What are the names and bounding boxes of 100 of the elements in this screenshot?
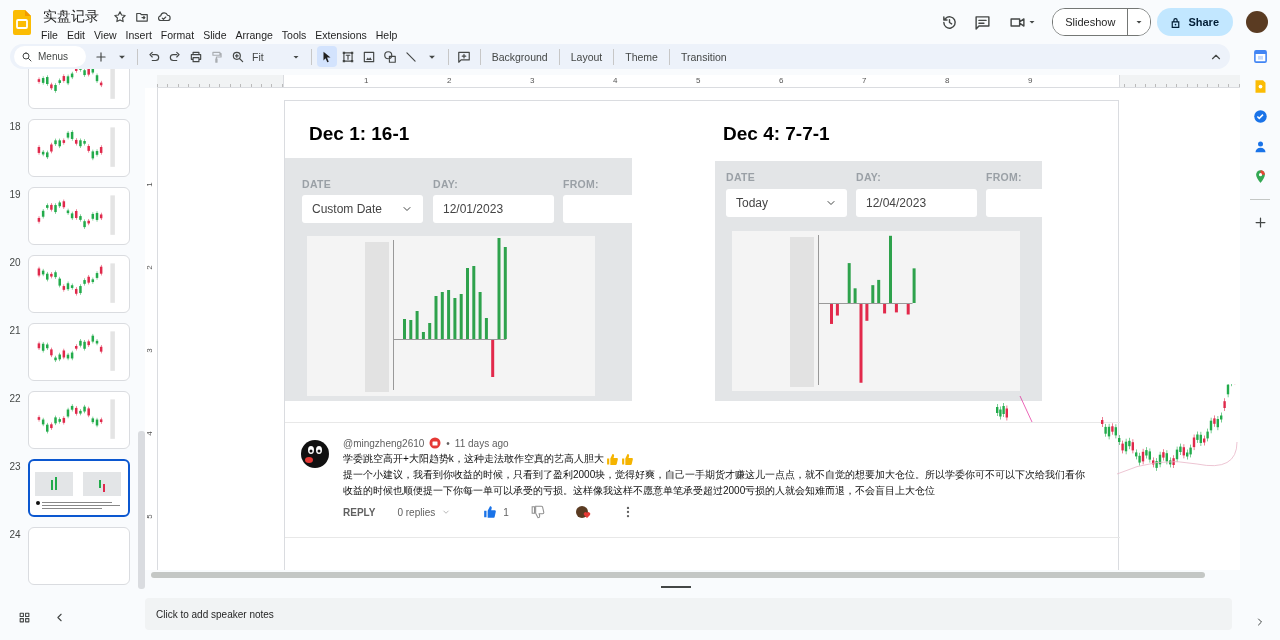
ruler-number: 3 [144,348,154,353]
date-field: 12/01/2023 [433,195,554,223]
search-field[interactable]: Menus [14,46,86,67]
toolbar-button[interactable]: Transition [674,46,733,67]
bar [447,290,451,339]
ruler-number: 4 [144,431,154,436]
ruler-number: 4 [613,76,618,85]
field-label: DATE [726,171,755,183]
comments-icon[interactable] [974,13,992,31]
redo-icon[interactable] [167,49,182,64]
history-icon[interactable] [941,13,959,31]
menu-item[interactable]: Help [375,28,406,41]
ruler-number: 9 [1028,76,1033,85]
bar [847,263,851,303]
image-icon[interactable] [362,49,377,64]
search-icon [21,50,33,63]
bar [835,304,839,316]
bar [415,311,419,339]
slide-number: 20 [8,256,22,268]
bar [459,294,463,339]
menu-item[interactable]: Insert [125,28,160,41]
field-label: FROM: [563,178,599,190]
document-title[interactable]: 实盘记录 [41,7,101,26]
line-icon[interactable] [404,49,419,64]
grid-view-icon[interactable] [18,610,31,624]
trend-line [1019,395,1033,423]
ruler-number: 1 [144,182,154,187]
bar [830,304,833,324]
bar [440,292,444,339]
menu-item[interactable]: Edit [66,28,93,41]
bar [889,235,892,303]
bar [478,292,482,339]
thumbs-up-icon[interactable] [483,505,498,519]
comment-author[interactable]: @mingzheng2610 [343,437,425,449]
scrollbar[interactable] [138,431,145,589]
share-button[interactable]: Share [1157,8,1233,36]
plus-icon[interactable] [1252,215,1268,230]
toolbar-button[interactable]: Layout [564,46,609,67]
from-field [563,195,632,223]
ruler-number: 2 [447,76,452,85]
bar [491,340,495,377]
zoom-icon[interactable] [230,49,245,64]
comment-text: 学委跳空高开+大阳趋势k，这种走法敢作空真的艺高人胆大 [343,452,604,466]
shapes-icon[interactable] [383,49,398,64]
avatar[interactable] [1246,11,1268,33]
field-label: DAY: [433,178,459,190]
slide-number: 18 [8,120,22,132]
bar [853,288,857,303]
scrollbar[interactable] [151,572,1205,578]
toolbar-button[interactable]: Theme [619,46,664,67]
bar [912,268,916,303]
slide-number: 21 [8,324,22,336]
menu-item[interactable]: Tools [281,28,315,41]
date-field: 12/04/2023 [856,189,977,217]
replies-toggle[interactable]: 0 replies [397,506,452,518]
resize-handle[interactable] [660,586,691,588]
from-field [986,189,1042,217]
comment-text: 提一个小建议，我看到你收益的时候，只看到了盈利2000块，觉得好爽，自己一手期货才赚这儿一点点，就不自觉的想要加大仓位。所以学委你可不可以下次给我们看你收益的时候也顺便提一下你每一单可以承受的亏损。这样像我这样不愿意单笔承受超过2000亏损的人就会知难而退，不会盲目上大仓位 [343,468,1087,498]
slide-number: 22 [8,392,22,404]
menu-item[interactable]: View [94,28,125,41]
slideshow-button[interactable]: Slideshow [1053,9,1129,35]
bar [865,304,869,321]
tasks-icon[interactable] [1252,109,1268,124]
zoom-dropdown[interactable]: Fit [248,46,306,67]
print-icon[interactable] [188,49,203,64]
speaker-notes-field[interactable]: Click to add speaker notes [145,598,1232,630]
member-badge-icon [429,437,442,449]
menu-item[interactable]: Extensions [315,28,375,41]
reply-button[interactable]: REPLY [343,506,376,518]
menu-item[interactable]: Arrange [235,28,281,41]
thumbs-up-emoji-icon [605,452,619,466]
menu-item[interactable]: File [41,28,66,41]
bar [894,304,898,313]
ruler-number: 5 [696,76,701,85]
comment-time: 11 days ago [454,437,509,449]
calendar-icon[interactable] [1252,49,1268,64]
slide-title: Dec 1: 16-1 [309,123,410,145]
cartoon-avatar-icon [300,439,330,469]
text-box-icon[interactable] [341,49,356,64]
add-comment-icon[interactable] [457,49,472,64]
bar [883,304,887,314]
ruler-number: 3 [530,76,535,85]
ruler-number: 5 [144,514,154,519]
ruler-number: 1 [364,76,369,85]
menu-item[interactable]: Slide [203,28,235,41]
ruler-number: 7 [862,76,867,85]
toolbar-button[interactable]: Background [485,46,554,67]
slideshow-options-button[interactable] [1128,9,1151,35]
ruler-number: 6 [779,76,784,85]
menu-item[interactable]: Format [160,28,203,41]
bar [453,298,457,339]
star-icon[interactable] [113,9,127,24]
cloud-icon[interactable] [157,9,171,24]
thumbs-down-icon[interactable] [530,505,545,519]
bar [421,332,425,339]
ruler-number: 2 [144,265,154,270]
bar [466,268,469,339]
separator-dot: • [446,437,450,449]
undo-icon[interactable] [146,49,161,64]
bar [409,320,413,339]
